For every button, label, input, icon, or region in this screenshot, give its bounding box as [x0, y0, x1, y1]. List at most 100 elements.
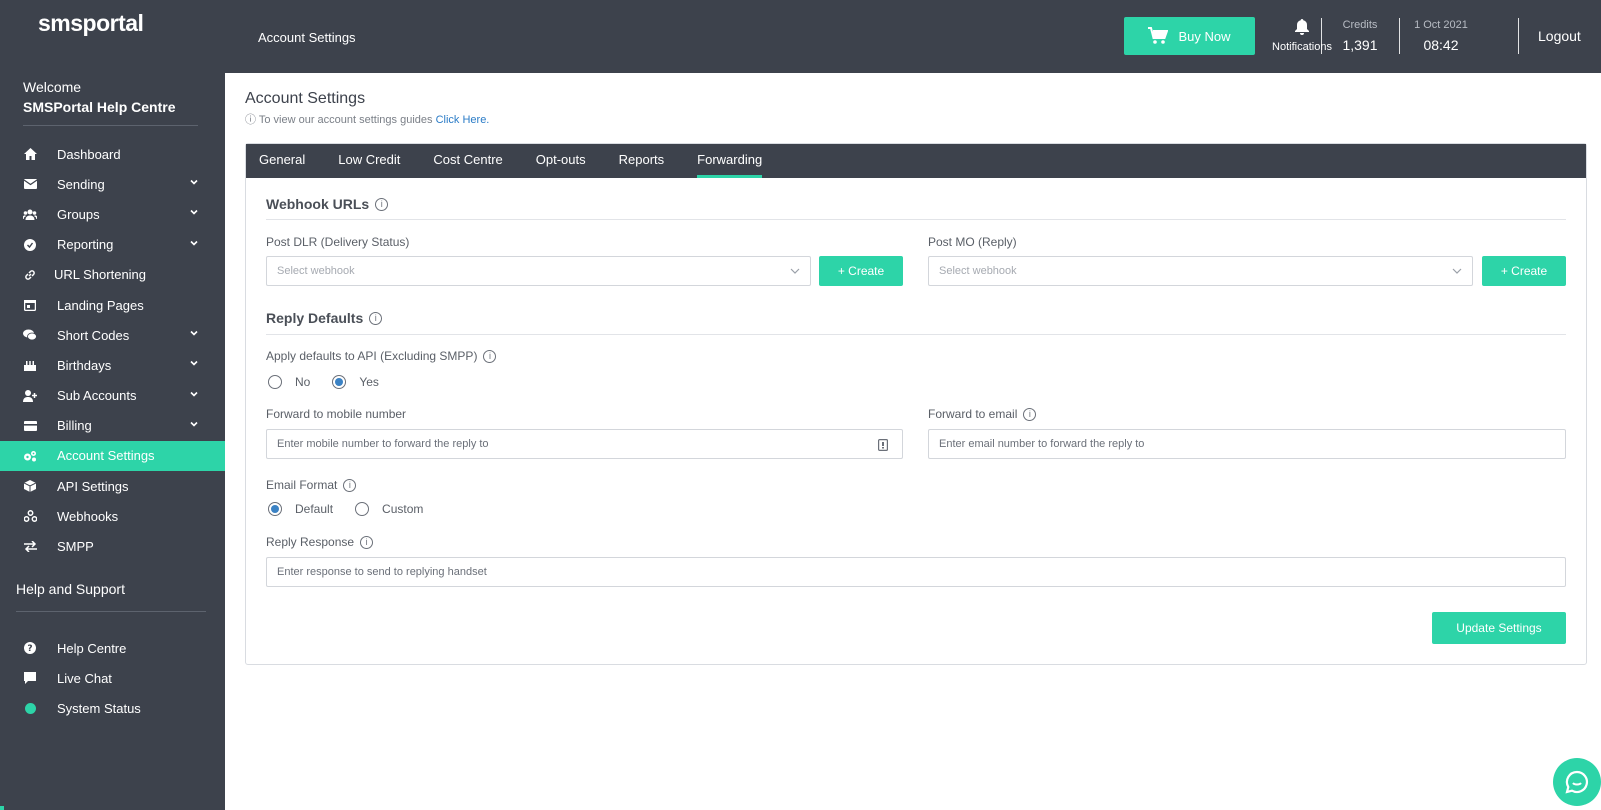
notifications-button[interactable]: Notifications: [1272, 19, 1332, 53]
post-dlr-select[interactable]: Select webhook: [266, 256, 811, 286]
chevron-down-icon: [1452, 268, 1462, 274]
tab-reports[interactable]: Reports: [619, 144, 665, 178]
page-title: Account Settings: [245, 90, 366, 107]
info-icon: ⓘ: [245, 114, 256, 126]
field-label-text: Apply defaults to API (Excluding SMPP): [266, 349, 478, 363]
post-mo-select[interactable]: Select webhook: [928, 256, 1473, 286]
tab-general[interactable]: General: [259, 144, 305, 178]
sidebar-item-account-settings[interactable]: Account Settings: [0, 440, 225, 472]
yes-radio[interactable]: [332, 375, 347, 389]
logout-link[interactable]: Logout: [1538, 28, 1581, 44]
email-format-radio-group: Default Custom: [268, 502, 445, 516]
comment-icon: [23, 671, 37, 685]
post-dlr-label: Post DLR (Delivery Status): [266, 235, 410, 249]
help-nav: ? Help Centre Live Chat System Status: [0, 633, 225, 724]
sidebar-item-webhooks[interactable]: Webhooks: [0, 501, 225, 531]
reply-response-input[interactable]: Enter response to send to replying hands…: [266, 557, 1566, 587]
info-icon[interactable]: i: [1023, 407, 1037, 421]
chevron-down-icon[interactable]: [190, 420, 198, 428]
credits-display: Credits 1,391: [1325, 19, 1395, 53]
account-name: SMSPortal Help Centre: [23, 99, 176, 115]
chat-icon: [23, 328, 37, 342]
sidebar-item-label: Webhooks: [57, 508, 119, 524]
reply-defaults-heading: Reply Defaults i: [266, 310, 383, 326]
cart-icon: [1148, 27, 1169, 44]
sidebar-item-api-settings[interactable]: API Settings: [0, 471, 225, 501]
input-placeholder: Enter mobile number to forward the reply…: [277, 438, 489, 450]
sidebar-item-label: Dashboard: [57, 146, 121, 162]
settings-panel: General Low Credit Cost Centre Opt-outs …: [245, 143, 1587, 665]
sidebar-item-smpp[interactable]: SMPP: [0, 531, 225, 561]
create-mo-webhook-button[interactable]: + Create: [1482, 256, 1566, 286]
sidebar-divider: [16, 611, 206, 612]
reply-response-label: Reply Response i: [266, 535, 374, 549]
info-icon[interactable]: i: [343, 478, 357, 492]
user-plus-icon: [23, 389, 37, 403]
guide-text: To view our account settings guides: [258, 114, 433, 126]
select-placeholder: Select webhook: [277, 265, 355, 277]
sidebar-item-label: API Settings: [57, 478, 129, 494]
chevron-down-icon[interactable]: [190, 178, 198, 186]
reporting-icon: [23, 238, 37, 252]
field-label-text: Forward to email: [928, 407, 1018, 421]
tab-forwarding[interactable]: Forwarding: [697, 144, 763, 178]
sidebar-item-label: URL Shortening: [54, 267, 147, 283]
info-icon[interactable]: i: [483, 349, 497, 363]
sidebar-item-system-status[interactable]: System Status: [0, 693, 225, 723]
tab-opt-outs[interactable]: Opt-outs: [536, 144, 586, 178]
sidebar-item-landing-pages[interactable]: Landing Pages: [0, 290, 225, 320]
info-icon[interactable]: i: [360, 535, 374, 549]
topbar-title: Account Settings: [258, 30, 356, 45]
chevron-down-icon[interactable]: [190, 390, 198, 398]
chevron-down-icon[interactable]: [190, 239, 198, 247]
exchange-icon: [23, 540, 37, 554]
field-label-text: Email Format: [266, 478, 338, 492]
sidebar-item-live-chat[interactable]: Live Chat: [0, 663, 225, 693]
info-icon[interactable]: i: [369, 311, 383, 325]
sidebar-item-label: Reporting: [57, 237, 114, 253]
sidebar-item-short-codes[interactable]: Short Codes: [0, 320, 225, 350]
sidebar-item-dashboard[interactable]: Dashboard: [0, 139, 225, 169]
custom-radio[interactable]: [355, 502, 370, 516]
date-time-display: 1 Oct 2021 08:42: [1406, 19, 1476, 53]
section-title-text: Webhook URLs: [266, 196, 370, 212]
cube-icon: [23, 479, 37, 493]
chevron-down-icon[interactable]: [190, 359, 198, 367]
sidebar-item-billing[interactable]: Billing: [0, 411, 225, 441]
buy-now-button[interactable]: Buy Now: [1124, 17, 1255, 55]
custom-label: Custom: [382, 502, 424, 516]
forward-mobile-input[interactable]: Enter mobile number to forward the reply…: [266, 429, 903, 459]
notifications-label: Notifications: [1272, 41, 1332, 53]
forward-email-input[interactable]: Enter email number to forward the reply …: [928, 429, 1566, 459]
live-chat-widget[interactable]: [1553, 758, 1601, 806]
sidebar-item-help-centre[interactable]: ? Help Centre: [0, 633, 225, 663]
click-here-link[interactable]: Click Here.: [436, 114, 490, 126]
time-value: 08:42: [1423, 37, 1459, 53]
info-icon[interactable]: i: [375, 197, 389, 211]
sidebar-item-birthdays[interactable]: Birthdays: [0, 350, 225, 380]
no-label: No: [295, 375, 311, 389]
contact-card-icon[interactable]: [878, 439, 888, 451]
sidebar-item-label: SMPP: [57, 539, 94, 555]
chevron-down-icon[interactable]: [190, 208, 198, 216]
create-dlr-webhook-button[interactable]: + Create: [819, 256, 903, 286]
smsportal-logo[interactable]: smsportal: [38, 10, 144, 37]
credits-label: Credits: [1342, 19, 1378, 31]
sidebar-item-sub-accounts[interactable]: Sub Accounts: [0, 381, 225, 411]
default-radio[interactable]: [268, 502, 282, 516]
sidebar-item-label: Account Settings: [57, 448, 155, 464]
status-dot-icon: [23, 701, 37, 715]
topbar-divider: [1518, 18, 1519, 54]
sidebar-item-sending[interactable]: Sending: [0, 169, 225, 199]
sidebar-item-reporting[interactable]: Reporting: [0, 230, 225, 260]
sidebar: smsportal Welcome SMSPortal Help Centre …: [0, 0, 225, 810]
sidebar-item-url-shortening[interactable]: URL Shortening: [0, 260, 225, 290]
sidebar-item-label: Short Codes: [57, 327, 130, 343]
update-settings-button[interactable]: Update Settings: [1432, 612, 1566, 644]
chevron-down-icon[interactable]: [190, 329, 198, 337]
sidebar-item-groups[interactable]: Groups: [0, 199, 225, 229]
tab-cost-centre[interactable]: Cost Centre: [433, 144, 502, 178]
sidebar-item-label: Birthdays: [57, 357, 112, 373]
no-radio[interactable]: [268, 375, 282, 389]
tab-low-credit[interactable]: Low Credit: [338, 144, 400, 178]
